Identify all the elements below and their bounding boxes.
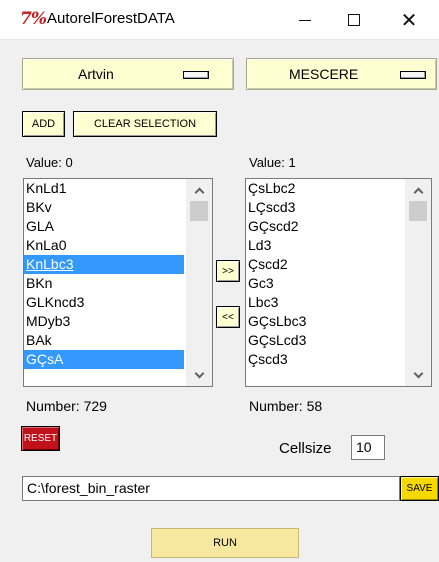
left-value-label: Value: 0 — [26, 155, 73, 170]
source-list-items: KnLd1 BKv GLA KnLa0 KnLbc3 BKn GLKncd3 MDyb3 BAk… — [24, 179, 184, 386]
scroll-down-arrow-icon[interactable] — [405, 366, 431, 384]
scroll-thumb[interactable] — [190, 201, 208, 221]
add-button[interactable]: ADD — [22, 111, 65, 137]
list-item[interactable]: KnLd1 — [24, 179, 184, 198]
list-item[interactable]: Çscd3 — [246, 350, 403, 369]
right-value-label: Value: 1 — [249, 155, 296, 170]
list-item[interactable]: GLKncd3 — [24, 293, 184, 312]
scroll-down-arrow-icon[interactable] — [186, 366, 212, 384]
output-path-input[interactable]: C:\forest_bin_raster — [22, 476, 400, 501]
attribute-dropdown[interactable]: MESCERE — [246, 58, 437, 90]
right-number-label: Number: 58 — [249, 398, 323, 414]
scroll-thumb[interactable] — [409, 201, 427, 221]
minimize-button[interactable] — [282, 0, 328, 40]
window-title: AutorelForestDATA — [47, 10, 175, 27]
region-dropdown[interactable]: Artvin — [22, 58, 234, 90]
cellsize-label: Cellsize — [279, 440, 332, 457]
save-button[interactable]: SAVE — [400, 476, 439, 501]
attribute-dropdown-value: MESCERE — [289, 66, 359, 82]
list-item[interactable]: BKv — [24, 198, 184, 217]
region-dropdown-value: Artvin — [78, 66, 114, 82]
list-item[interactable]: KnLbc3 — [24, 255, 184, 274]
clear-selection-button[interactable]: CLEAR SELECTION — [73, 111, 217, 137]
close-icon: ✕ — [400, 8, 418, 32]
list-item[interactable]: GÇscd2 — [246, 217, 403, 236]
dropdown-indicator-icon — [183, 71, 209, 79]
list-item[interactable]: LÇscd3 — [246, 198, 403, 217]
list-item[interactable]: GLA — [24, 217, 184, 236]
target-listbox[interactable]: ÇsLbc2 LÇscd3 GÇscd2 Ld3 Çscd2 Gc3 Lbc3 GÇsLbc3… — [245, 178, 432, 387]
list-item[interactable]: Çscd2 — [246, 255, 403, 274]
run-button[interactable]: RUN — [151, 528, 299, 558]
minimize-icon — [299, 19, 311, 21]
list-item[interactable]: MDyb3 — [24, 312, 184, 331]
list-item[interactable]: Gc3 — [246, 274, 403, 293]
dropdown-indicator-icon — [400, 71, 426, 79]
target-list-items: ÇsLbc2 LÇscd3 GÇscd2 Ld3 Çscd2 Gc3 Lbc3 GÇsLbc3… — [246, 179, 403, 386]
title-bar: 7% AutorelForestDATA ✕ — [0, 0, 439, 40]
list-item[interactable]: BKn — [24, 274, 184, 293]
list-item[interactable]: GÇsLbc3 — [246, 312, 403, 331]
list-item[interactable]: Lbc3 — [246, 293, 403, 312]
list-item[interactable]: GÇsA — [24, 350, 184, 369]
move-right-button[interactable]: >> — [216, 260, 240, 282]
source-listbox[interactable]: KnLd1 BKv GLA KnLa0 KnLbc3 BKn GLKncd3 MDyb3 BAk… — [23, 178, 213, 387]
maximize-button[interactable] — [331, 0, 377, 40]
maximize-icon — [348, 14, 360, 26]
left-number-label: Number: 729 — [26, 398, 107, 414]
app-icon: 7% — [20, 9, 47, 29]
scroll-up-arrow-icon[interactable] — [405, 181, 431, 199]
scroll-up-arrow-icon[interactable] — [186, 181, 212, 199]
reset-button[interactable]: RESET — [21, 426, 60, 451]
move-left-button[interactable]: << — [216, 306, 240, 328]
list-item[interactable]: Ld3 — [246, 236, 403, 255]
close-button[interactable]: ✕ — [386, 0, 432, 40]
list-item[interactable]: KnLa0 — [24, 236, 184, 255]
source-scrollbar[interactable] — [186, 179, 212, 386]
list-item[interactable]: BAk — [24, 331, 184, 350]
list-item[interactable]: ÇsLbc2 — [246, 179, 403, 198]
target-scrollbar[interactable] — [405, 179, 431, 386]
cellsize-input[interactable]: 10 — [351, 435, 385, 460]
list-item[interactable]: GÇsLcd3 — [246, 331, 403, 350]
